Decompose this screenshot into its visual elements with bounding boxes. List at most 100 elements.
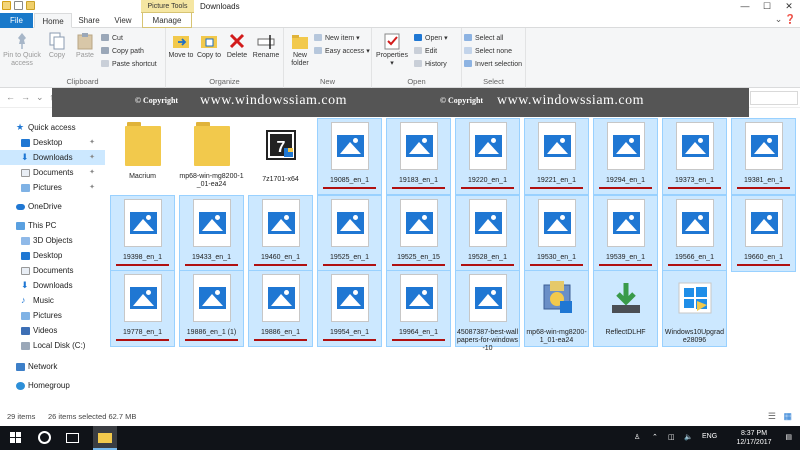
- rename-button[interactable]: Rename: [252, 32, 280, 60]
- file-item[interactable]: 19221_en_1: [524, 118, 589, 195]
- maximize-icon[interactable]: ☐: [756, 0, 778, 13]
- pin-quick-access-button[interactable]: Pin to Quick access: [2, 32, 42, 68]
- sidebar-item-documents-pc[interactable]: Documents: [0, 263, 105, 278]
- open-button[interactable]: Open ▾: [414, 34, 448, 43]
- tab-view[interactable]: View: [108, 13, 138, 28]
- details-view-icon[interactable]: ☰: [768, 407, 776, 426]
- language-indicator[interactable]: ENG: [702, 433, 717, 440]
- sidebar-item-documents[interactable]: Documents ✦: [0, 165, 105, 180]
- tab-manage[interactable]: Manage: [142, 13, 192, 28]
- delete-button[interactable]: Delete: [224, 32, 250, 60]
- file-item[interactable]: mp68-win-mg8200-1_01-ea24: [524, 270, 589, 347]
- file-item[interactable]: 19886_en_1: [248, 270, 313, 347]
- rename-icon: [257, 35, 275, 49]
- volume-icon[interactable]: 🔈: [684, 433, 693, 441]
- file-item[interactable]: 19398_en_1: [110, 195, 175, 272]
- help-icon[interactable]: ⌄ ❓: [775, 14, 796, 25]
- sidebar-item-onedrive[interactable]: OneDrive: [0, 199, 105, 214]
- invert-selection-button[interactable]: Invert selection: [464, 60, 522, 69]
- people-icon[interactable]: ♙: [634, 433, 640, 441]
- sidebar-item-pictures[interactable]: Pictures ✦: [0, 180, 105, 195]
- file-item[interactable]: 19433_en_1: [179, 195, 244, 272]
- file-item[interactable]: 19964_en_1: [386, 270, 451, 347]
- sidebar-item-this-pc[interactable]: This PC: [0, 218, 105, 233]
- clock[interactable]: 8:37 PM 12/17/2017: [736, 429, 772, 447]
- network-tray-icon[interactable]: ◫: [668, 433, 675, 441]
- file-item[interactable]: 19373_en_1: [662, 118, 727, 195]
- cut-button[interactable]: Cut: [101, 34, 123, 43]
- drive-icon: [21, 342, 30, 350]
- image-file-icon: [606, 122, 645, 170]
- folder-icon[interactable]: [2, 1, 11, 10]
- new-item-button[interactable]: New item ▾: [314, 34, 360, 43]
- sidebar-item-network[interactable]: Network: [0, 359, 105, 374]
- sidebar-item-homegroup[interactable]: Homegroup: [0, 378, 105, 393]
- properties-button[interactable]: Properties ▾: [374, 32, 410, 68]
- desktop-icon: [21, 139, 30, 147]
- sidebar-item-3d-objects[interactable]: 3D Objects: [0, 233, 105, 248]
- file-item[interactable]: 19566_en_1: [662, 195, 727, 272]
- file-item[interactable]: mp68-win-mg8200-1_01-ea24: [179, 118, 244, 195]
- sidebar-item-local-disk[interactable]: Local Disk (C:): [0, 338, 105, 353]
- file-item[interactable]: 19886_en_1 (1): [179, 270, 244, 347]
- file-item[interactable]: 45087387-best-wallpapers-for-windows-10: [455, 270, 520, 352]
- minimize-icon[interactable]: —: [734, 0, 756, 13]
- file-item[interactable]: 19954_en_1: [317, 270, 382, 347]
- paste-shortcut-button[interactable]: Paste shortcut: [101, 60, 157, 69]
- notifications-icon[interactable]: ▤: [785, 433, 792, 441]
- sidebar-item-music[interactable]: ♪ Music: [0, 293, 105, 308]
- copy-to-button[interactable]: Copy to: [196, 32, 222, 60]
- move-to-button[interactable]: Move to: [168, 32, 194, 60]
- sidebar-item-desktop-pc[interactable]: Desktop: [0, 248, 105, 263]
- file-item[interactable]: 19539_en_1: [593, 195, 658, 272]
- watermark-url: www.windowssiam.com: [200, 93, 348, 108]
- file-item[interactable]: 19660_en_1: [731, 195, 796, 272]
- search-input[interactable]: [750, 91, 798, 105]
- file-item[interactable]: Macrium: [110, 118, 175, 195]
- paste-button[interactable]: Paste: [72, 32, 98, 60]
- file-item[interactable]: 19220_en_1: [455, 118, 520, 195]
- file-item[interactable]: ReflectDLHF: [593, 270, 658, 347]
- file-item[interactable]: 19294_en_1: [593, 118, 658, 195]
- sidebar-item-downloads-pc[interactable]: ⬇ Downloads: [0, 278, 105, 293]
- sidebar-item-pictures-pc[interactable]: Pictures: [0, 308, 105, 323]
- sidebar-item-downloads[interactable]: ⬇ Downloads ✦: [0, 150, 105, 165]
- tab-home[interactable]: Home: [34, 13, 72, 28]
- chevron-up-icon[interactable]: ⌃: [652, 433, 658, 441]
- file-item[interactable]: 19525_en_1: [317, 195, 382, 272]
- file-item[interactable]: 19183_en_1: [386, 118, 451, 195]
- file-item[interactable]: 19381_en_1: [731, 118, 796, 195]
- file-item[interactable]: 19530_en_1: [524, 195, 589, 272]
- file-item[interactable]: 7 7z1701-x64: [248, 118, 313, 195]
- file-explorer-taskbar-icon[interactable]: [93, 426, 117, 450]
- file-item[interactable]: 19525_en_15: [386, 195, 451, 272]
- file-item[interactable]: 19085_en_1: [317, 118, 382, 195]
- copy-button[interactable]: Copy: [44, 32, 70, 60]
- task-view-icon[interactable]: [66, 433, 79, 443]
- history-button[interactable]: History: [414, 60, 447, 69]
- file-name: 19539_en_1: [606, 254, 645, 261]
- close-icon[interactable]: ✕: [778, 0, 800, 13]
- properties-icon[interactable]: [14, 1, 23, 10]
- image-file-icon: [744, 122, 783, 170]
- sidebar-item-desktop[interactable]: Desktop ✦: [0, 135, 105, 150]
- select-all-button[interactable]: Select all: [464, 34, 503, 43]
- easy-access-button[interactable]: Easy access ▾: [314, 47, 370, 56]
- tab-share[interactable]: Share: [74, 13, 104, 28]
- file-item[interactable]: 19778_en_1: [110, 270, 175, 347]
- file-item[interactable]: Windows10Upgrade28096: [662, 270, 727, 347]
- sidebar-item-videos[interactable]: Videos: [0, 323, 105, 338]
- windows-start-icon[interactable]: [10, 432, 22, 444]
- select-none-button[interactable]: Select none: [464, 47, 512, 56]
- file-item[interactable]: 19460_en_1: [248, 195, 313, 272]
- sidebar-item-quick-access[interactable]: ★ Quick access: [0, 120, 105, 135]
- annotation-underline: [254, 339, 307, 341]
- copy-path-button[interactable]: Copy path: [101, 47, 144, 56]
- tab-file[interactable]: File: [0, 13, 33, 28]
- edit-button[interactable]: Edit: [414, 47, 437, 56]
- large-icons-view-icon[interactable]: ▦: [783, 407, 792, 426]
- search-icon[interactable]: [38, 431, 51, 444]
- new-folder-icon[interactable]: [26, 1, 35, 10]
- file-item[interactable]: 19528_en_1: [455, 195, 520, 272]
- new-folder-button[interactable]: New folder: [286, 32, 314, 68]
